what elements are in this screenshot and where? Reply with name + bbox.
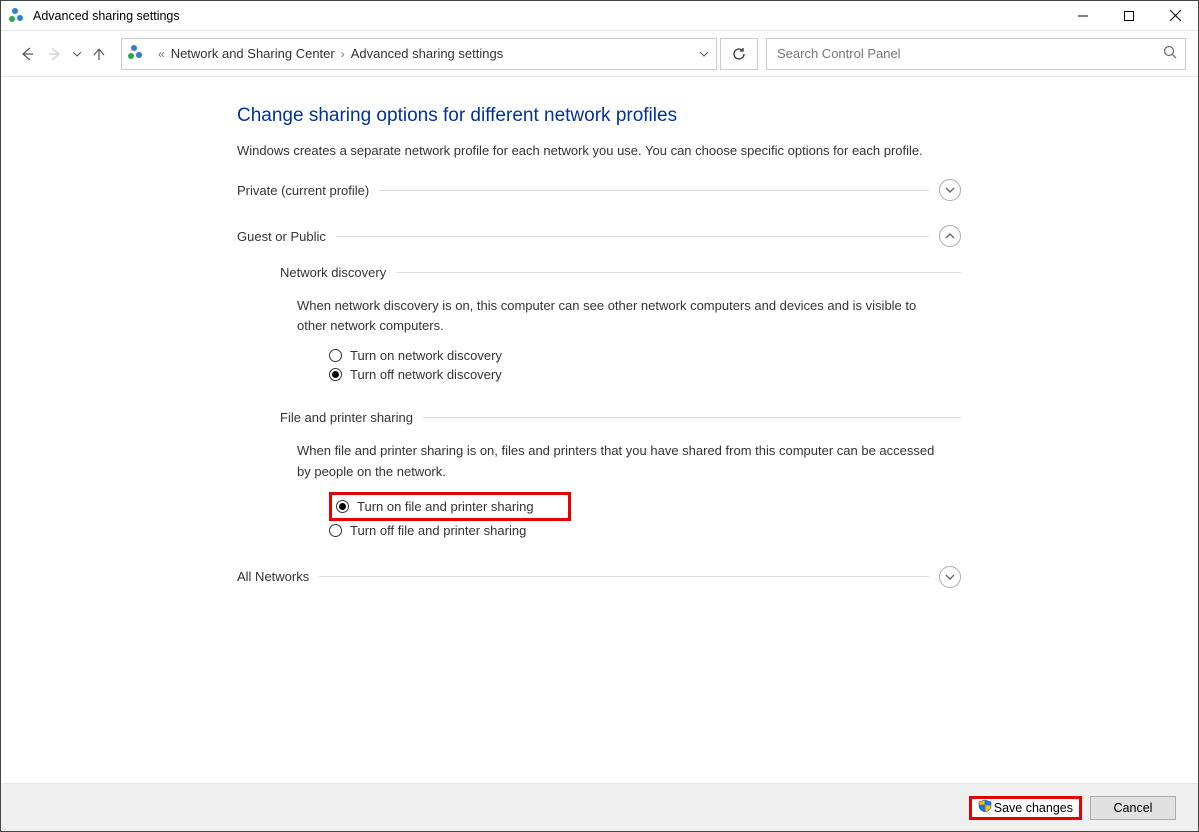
chevron-down-icon[interactable] bbox=[939, 566, 961, 588]
save-changes-button[interactable]: Save changes bbox=[969, 796, 1082, 820]
breadcrumb-item-advanced-sharing[interactable]: Advanced sharing settings bbox=[351, 46, 503, 61]
close-button[interactable] bbox=[1152, 1, 1198, 31]
chevron-up-icon[interactable] bbox=[939, 225, 961, 247]
fps-description: When file and printer sharing is on, fil… bbox=[297, 441, 937, 481]
radio-netdisc-off-label: Turn off network discovery bbox=[350, 367, 502, 382]
radio-fps-off-label: Turn off file and printer sharing bbox=[350, 523, 526, 538]
toolbar: « Network and Sharing Center › Advanced … bbox=[1, 31, 1198, 77]
section-guest-label: Guest or Public bbox=[237, 229, 326, 244]
shield-icon bbox=[978, 799, 992, 816]
section-all-networks[interactable]: All Networks bbox=[237, 566, 961, 588]
radio-fps-on-label: Turn on file and printer sharing bbox=[357, 499, 534, 514]
location-icon bbox=[128, 45, 146, 63]
radio-netdisc-on[interactable]: Turn on network discovery bbox=[329, 346, 961, 365]
section-private[interactable]: Private (current profile) bbox=[237, 179, 961, 201]
search-box[interactable] bbox=[766, 38, 1186, 70]
recent-dropdown[interactable] bbox=[69, 50, 85, 58]
breadcrumb: « Network and Sharing Center › Advanced … bbox=[152, 39, 692, 69]
group-network-discovery: Network discovery bbox=[280, 265, 961, 280]
up-button[interactable] bbox=[85, 40, 113, 68]
group-file-printer-sharing: File and printer sharing bbox=[280, 410, 961, 425]
cancel-button-label: Cancel bbox=[1114, 801, 1153, 815]
title-bar: Advanced sharing settings bbox=[1, 1, 1198, 31]
page-subtitle: Windows creates a separate network profi… bbox=[237, 141, 961, 161]
radio-icon bbox=[329, 349, 342, 362]
group-fps-label: File and printer sharing bbox=[280, 410, 413, 425]
search-input[interactable] bbox=[775, 45, 1163, 62]
radio-icon bbox=[336, 500, 349, 513]
radio-icon bbox=[329, 368, 342, 381]
search-icon[interactable] bbox=[1163, 45, 1177, 62]
cancel-button[interactable]: Cancel bbox=[1090, 796, 1176, 820]
radio-netdisc-off[interactable]: Turn off network discovery bbox=[329, 365, 961, 384]
refresh-button[interactable] bbox=[720, 38, 758, 70]
radio-netdisc-on-label: Turn on network discovery bbox=[350, 348, 502, 363]
chevron-right-icon: › bbox=[335, 47, 351, 61]
radio-fps-off[interactable]: Turn off file and printer sharing bbox=[329, 521, 961, 540]
breadcrumb-item-network-sharing[interactable]: Network and Sharing Center bbox=[171, 46, 335, 61]
radio-icon bbox=[329, 524, 342, 537]
content-area: Change sharing options for different net… bbox=[1, 77, 1198, 783]
window: Advanced sharing settings bbox=[0, 0, 1199, 832]
radio-fps-on[interactable]: Turn on file and printer sharing bbox=[336, 499, 534, 514]
address-dropdown[interactable] bbox=[692, 49, 716, 59]
breadcrumb-overflow[interactable]: « bbox=[152, 47, 171, 61]
page-heading: Change sharing options for different net… bbox=[237, 105, 961, 127]
minimize-button[interactable] bbox=[1060, 1, 1106, 31]
address-bar[interactable]: « Network and Sharing Center › Advanced … bbox=[121, 38, 717, 70]
maximize-button[interactable] bbox=[1106, 1, 1152, 31]
chevron-down-icon[interactable] bbox=[939, 179, 961, 201]
section-guest-public[interactable]: Guest or Public bbox=[237, 225, 961, 247]
section-all-label: All Networks bbox=[237, 569, 309, 584]
forward-button[interactable] bbox=[41, 40, 69, 68]
back-button[interactable] bbox=[13, 40, 41, 68]
netdisc-description: When network discovery is on, this compu… bbox=[297, 296, 937, 336]
window-title: Advanced sharing settings bbox=[33, 9, 180, 23]
save-button-label: Save changes bbox=[994, 801, 1073, 815]
footer-bar: Save changes Cancel bbox=[1, 783, 1198, 831]
app-icon bbox=[9, 8, 25, 24]
section-private-label: Private (current profile) bbox=[237, 183, 369, 198]
group-netdisc-label: Network discovery bbox=[280, 265, 386, 280]
annotation-highlight: Turn on file and printer sharing bbox=[329, 492, 571, 521]
